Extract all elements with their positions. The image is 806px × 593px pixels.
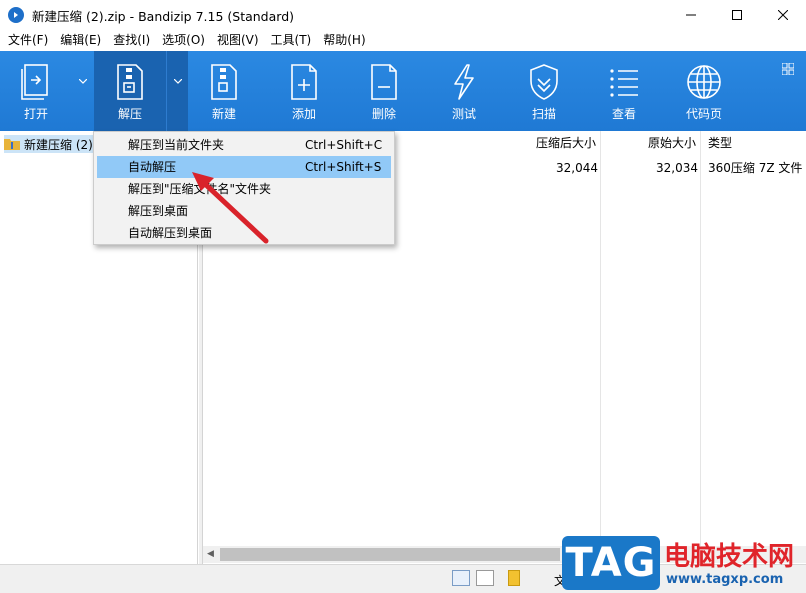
extract-dropdown-arrow[interactable] bbox=[166, 51, 188, 131]
menu-item-auto-extract-to-desktop[interactable]: 自动解压到桌面 bbox=[97, 222, 391, 244]
menu-item-shortcut: Ctrl+Shift+S bbox=[305, 160, 382, 174]
menu-file[interactable]: 文件(F) bbox=[2, 30, 54, 50]
chevron-down-icon bbox=[79, 79, 87, 84]
open-icon bbox=[20, 63, 52, 101]
close-icon bbox=[778, 10, 788, 20]
menu-item-label: 解压到桌面 bbox=[128, 204, 189, 218]
watermark-url: www.tagxp.com bbox=[666, 572, 784, 587]
delete-label: 删除 bbox=[371, 107, 396, 121]
bandizip-app-icon bbox=[8, 7, 24, 23]
test-button[interactable]: 测试 bbox=[428, 51, 500, 131]
scroll-left-icon[interactable]: ◀ bbox=[207, 549, 214, 559]
menu-item-extract-to-folder[interactable]: 解压到"压缩文件名"文件夹 bbox=[97, 178, 391, 200]
scrollbar-thumb[interactable] bbox=[220, 548, 560, 561]
add-label: 添加 bbox=[291, 107, 316, 121]
column-header-original-size[interactable]: 原始大小 bbox=[648, 131, 696, 155]
menu-edit[interactable]: 编辑(E) bbox=[54, 30, 107, 50]
new-label: 新建 bbox=[211, 107, 236, 121]
add-file-icon bbox=[289, 63, 319, 101]
column-header-type[interactable]: 类型 bbox=[708, 131, 732, 155]
extract-button[interactable]: 解压 bbox=[94, 51, 166, 131]
list-view-icon bbox=[608, 63, 640, 101]
menu-help[interactable]: 帮助(H) bbox=[317, 30, 371, 50]
menu-tools[interactable]: 工具(T) bbox=[265, 30, 318, 50]
menu-item-extract-to-desktop[interactable]: 解压到桌面 bbox=[97, 200, 391, 222]
details-view-icon[interactable] bbox=[452, 570, 470, 586]
open-dropdown-arrow[interactable] bbox=[72, 51, 94, 131]
menu-item-shortcut: Ctrl+Shift+C bbox=[305, 138, 383, 152]
maximize-icon bbox=[732, 10, 742, 20]
scan-button[interactable]: 扫描 bbox=[508, 51, 580, 131]
site-watermark: TAG 电脑技术网 www.tagxp.com bbox=[558, 530, 806, 593]
archive-folder-icon bbox=[4, 139, 20, 150]
view-label: 查看 bbox=[611, 107, 636, 121]
thumbnail-view-icon[interactable] bbox=[476, 570, 494, 586]
chevron-down-icon bbox=[173, 79, 182, 84]
layout-grid-icon[interactable] bbox=[781, 62, 795, 78]
close-button[interactable] bbox=[760, 0, 806, 30]
menu-options[interactable]: 选项(O) bbox=[156, 30, 211, 50]
title-bar: 新建压缩 (2).zip - Bandizip 7.15 (Standard) bbox=[0, 0, 806, 30]
codepage-button[interactable]: 代码页 bbox=[668, 51, 740, 131]
menu-item-label: 解压到"压缩文件名"文件夹 bbox=[128, 182, 272, 196]
watermark-tag-logo: TAG bbox=[562, 536, 660, 590]
codepage-label: 代码页 bbox=[685, 107, 722, 121]
tree-root-archive[interactable]: 新建压缩 (2) bbox=[4, 135, 97, 153]
view-button[interactable]: 查看 bbox=[588, 51, 660, 131]
window-title: 新建压缩 (2).zip - Bandizip 7.15 (Standard) bbox=[32, 8, 295, 24]
toolbar: 打开 解压 新建 添加 删除 测试 扫描 查看 代码页 bbox=[0, 51, 806, 131]
menu-view[interactable]: 视图(V) bbox=[211, 30, 265, 50]
watermark-site-name: 电脑技术网 bbox=[664, 542, 795, 572]
column-divider bbox=[600, 131, 601, 546]
test-label: 测试 bbox=[451, 107, 476, 121]
column-divider bbox=[700, 131, 701, 546]
menu-find[interactable]: 查找(I) bbox=[107, 30, 156, 50]
add-button[interactable]: 添加 bbox=[268, 51, 340, 131]
new-archive-icon bbox=[209, 63, 239, 101]
menu-bar: 文件(F) 编辑(E) 查找(I) 选项(O) 视图(V) 工具(T) 帮助(H… bbox=[0, 30, 806, 50]
extract-context-menu: 解压到当前文件夹 Ctrl+Shift+C 自动解压 Ctrl+Shift+S … bbox=[93, 131, 395, 245]
globe-icon bbox=[686, 63, 722, 101]
maximize-button[interactable] bbox=[714, 0, 760, 30]
extract-label: 解压 bbox=[117, 107, 142, 121]
menu-item-label: 解压到当前文件夹 bbox=[128, 138, 225, 152]
lightning-icon bbox=[450, 63, 478, 101]
menu-item-extract-here[interactable]: 解压到当前文件夹 Ctrl+Shift+C bbox=[97, 134, 391, 156]
new-archive-button[interactable]: 新建 bbox=[188, 51, 260, 131]
scan-label: 扫描 bbox=[531, 107, 556, 121]
menu-item-auto-extract[interactable]: 自动解压 Ctrl+Shift+S bbox=[97, 156, 391, 178]
open-label: 打开 bbox=[23, 107, 48, 121]
menu-item-label: 自动解压 bbox=[128, 160, 177, 174]
row-compressed-size: 32,044 bbox=[556, 161, 598, 175]
row-original-size: 32,034 bbox=[656, 161, 698, 175]
tree-root-label: 新建压缩 (2) bbox=[24, 137, 93, 152]
delete-button[interactable]: 删除 bbox=[348, 51, 420, 131]
menu-item-label: 自动解压到桌面 bbox=[128, 226, 213, 240]
row-type: 360压缩 7Z 文件 bbox=[708, 161, 803, 175]
minimize-button[interactable] bbox=[668, 0, 714, 30]
minimize-icon bbox=[686, 14, 696, 16]
archive-info-icon[interactable] bbox=[508, 570, 520, 586]
extract-zip-icon bbox=[115, 63, 145, 101]
open-button[interactable]: 打开 bbox=[0, 51, 72, 131]
shield-icon bbox=[528, 63, 560, 101]
delete-file-icon bbox=[369, 63, 399, 101]
column-header-compressed-size[interactable]: 压缩后大小 bbox=[536, 131, 596, 155]
